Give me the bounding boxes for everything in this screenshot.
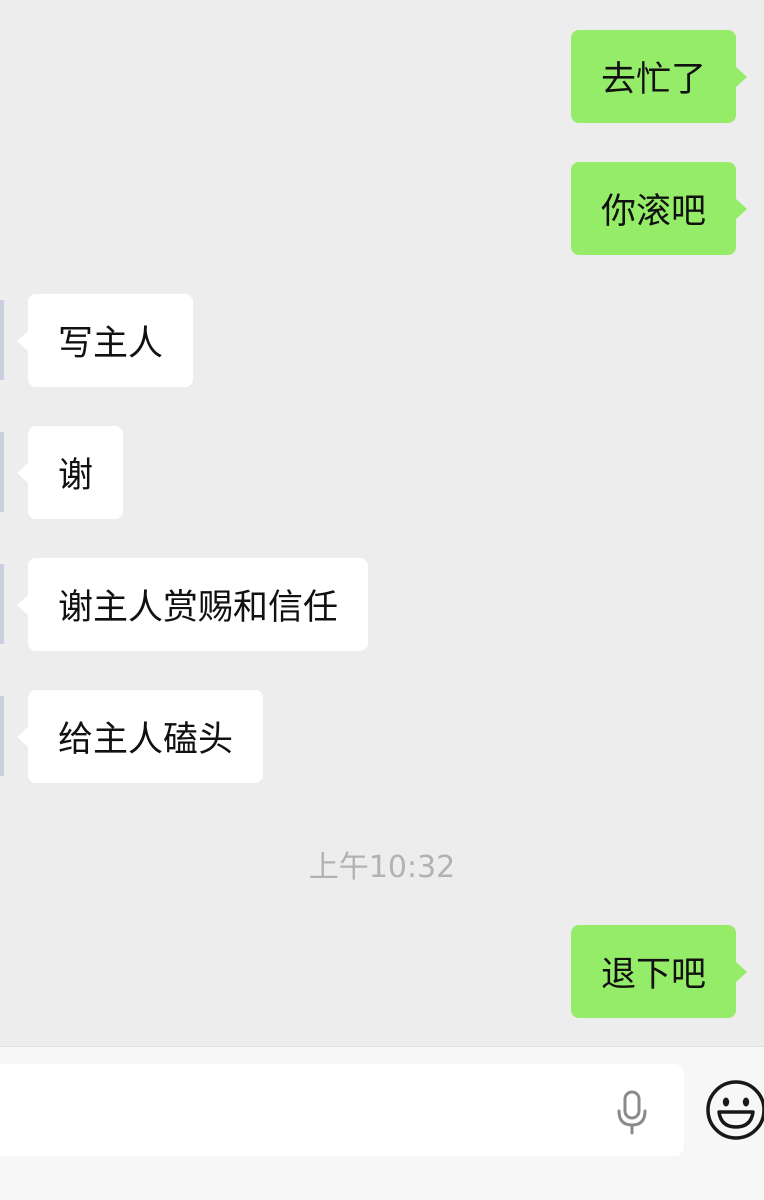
incoming-message-bubble[interactable]: 谢 xyxy=(16,426,124,519)
message-text: 给主人磕头 xyxy=(58,720,234,760)
outgoing-message-bubble[interactable]: 去忙了 xyxy=(570,30,748,123)
message-timestamp: 上午10:32 xyxy=(308,850,456,885)
microphone-icon[interactable] xyxy=(612,1090,652,1136)
incoming-message-bubble[interactable]: 给主人磕头 xyxy=(16,690,264,783)
contact-avatar[interactable] xyxy=(0,696,4,776)
message-input[interactable] xyxy=(0,1064,684,1156)
smiley-face-icon[interactable] xyxy=(705,1079,764,1141)
incoming-message-bubble[interactable]: 谢主人赏赐和信任 xyxy=(16,558,369,651)
contact-avatar[interactable] xyxy=(0,564,4,644)
message-text: 去忙了 xyxy=(600,60,706,100)
chat-message-area[interactable]: 去忙了 你滚吧 写主人 谢 谢主人赏赐和信任 给主人磕头 上午10:32 退下吧 xyxy=(0,0,764,1046)
incoming-message-bubble[interactable]: 写主人 xyxy=(16,294,194,387)
message-text: 谢 xyxy=(58,456,94,496)
outgoing-message-bubble[interactable]: 退下吧 xyxy=(570,925,748,1018)
contact-avatar[interactable] xyxy=(0,432,4,512)
message-text: 写主人 xyxy=(58,324,164,364)
message-text: 退下吧 xyxy=(600,955,706,995)
message-text: 你滚吧 xyxy=(600,192,706,232)
message-text: 谢主人赏赐和信任 xyxy=(58,588,339,628)
contact-avatar[interactable] xyxy=(0,300,4,380)
chat-input-bar xyxy=(0,1046,764,1200)
outgoing-message-bubble[interactable]: 你滚吧 xyxy=(570,162,748,255)
